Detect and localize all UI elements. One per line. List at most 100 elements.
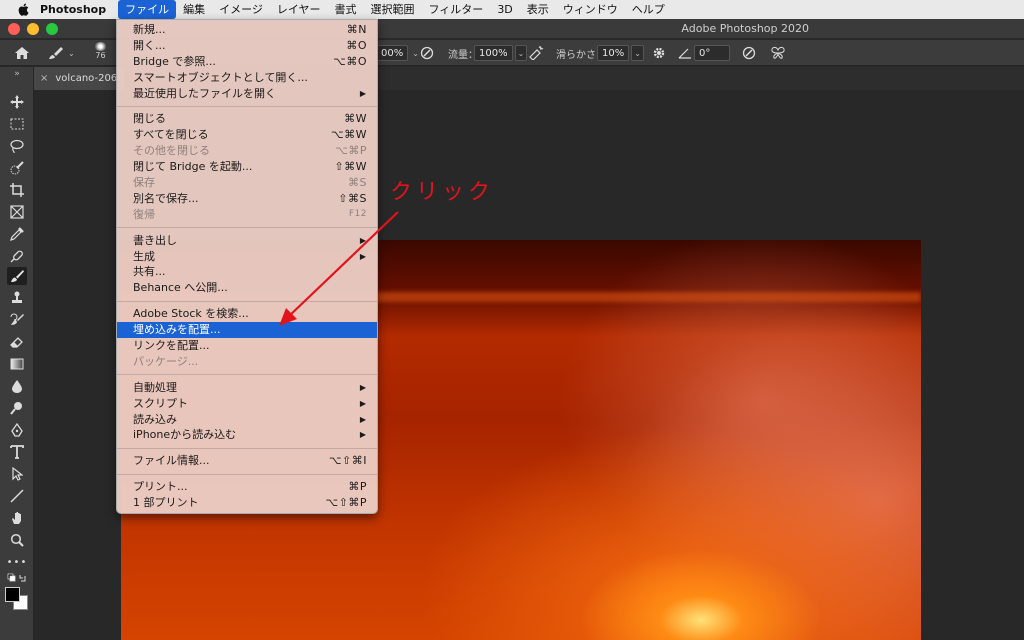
quick-selection-tool-icon[interactable] [7,159,27,177]
submenu-arrow-icon: ▶ [359,382,366,392]
macos-menubar: Photoshop ファイル 編集 イメージ レイヤー 書式 選択範囲 フィルタ… [0,0,1024,19]
menu-item-search-adobe-stock[interactable]: Adobe Stock を検索... [117,306,377,322]
pressure-opacity-icon[interactable] [420,44,434,62]
gradient-tool-icon[interactable] [7,355,27,373]
menu-item-print-one-copy[interactable]: 1 部プリント ⌥⇧⌘P [117,495,377,511]
menu-type[interactable]: 書式 [328,0,364,19]
line-tool-icon[interactable] [7,487,27,505]
history-brush-tool-icon[interactable] [7,311,27,329]
angle-group: 0° [694,44,730,62]
menu-layer[interactable]: レイヤー [270,0,328,19]
more-tools-icon[interactable]: ••• [7,553,27,571]
menu-3d[interactable]: 3D [490,0,519,19]
zoom-tool-icon[interactable] [7,531,27,549]
path-selection-tool-icon[interactable] [7,465,27,483]
smoothing-group: 10% ⌄ [597,44,644,62]
opacity-dropdown-icon[interactable]: ⌄ [412,49,419,58]
menu-edit[interactable]: 編集 [176,0,212,19]
menu-item-generate[interactable]: 生成 ▶ [117,249,377,265]
type-tool-icon[interactable] [7,443,27,461]
menu-item-new[interactable]: 新規... ⌘N [117,22,377,38]
foreground-color-swatch[interactable] [5,587,20,602]
menu-item-save-as[interactable]: 別名で保存... ⇧⌘S [117,191,377,207]
menu-item-revert: 復帰 F12 [133,207,367,221]
default-colors-icon[interactable] [7,572,27,584]
app-menu-photoshop[interactable]: Photoshop [40,3,106,16]
flow-field[interactable]: 100% [474,45,513,61]
menu-help[interactable]: ヘルプ [625,0,672,19]
brush-tool-icon[interactable] [7,267,27,285]
opacity-field[interactable]: 00% [376,45,409,61]
menu-item-file-info[interactable]: ファイル情報... ⌥⇧⌘I [117,453,377,469]
menu-separator [117,227,377,229]
minimize-window-button[interactable] [27,23,39,35]
healing-brush-tool-icon[interactable] [7,247,27,265]
flow-dropdown-icon[interactable]: ⌄ [514,45,528,61]
menu-item-save: 保存 ⌘S [133,176,367,190]
menu-item-open-recent[interactable]: 最近使用したファイルを開く ▶ [117,86,377,102]
zoom-window-button[interactable] [46,23,58,35]
expand-panel-icon[interactable]: » [7,69,27,79]
menu-item-print[interactable]: プリント... ⌘P [117,479,377,495]
smoothing-field[interactable]: 10% [597,45,630,61]
menu-window[interactable]: ウィンドウ [556,0,625,19]
menu-item-import-from-iphone[interactable]: iPhoneから読み込む ▶ [117,427,377,443]
menu-item-close[interactable]: 閉じる ⌘W [117,111,377,127]
menu-file[interactable]: ファイル [118,0,177,19]
pen-tool-icon[interactable] [7,421,27,439]
submenu-arrow-icon: ▶ [359,235,366,245]
brush-preset-icon[interactable]: ⌄ [48,44,75,62]
smoothing-dropdown-icon[interactable]: ⌄ [631,45,644,61]
eraser-tool-icon[interactable] [7,333,27,351]
symmetry-butterfly-icon[interactable] [770,44,786,62]
color-swatches[interactable] [5,586,28,612]
menu-select[interactable]: 選択範囲 [364,0,422,19]
menu-separator [117,447,377,449]
close-window-button[interactable] [8,23,20,35]
menu-item-open-as-smart-object[interactable]: スマートオブジェクトとして開く... [117,70,377,86]
menu-item-export[interactable]: 書き出し ▶ [117,233,377,249]
eyedropper-tool-icon[interactable] [7,225,27,243]
submenu-arrow-icon: ▶ [359,398,366,408]
home-icon[interactable] [14,44,30,62]
menu-item-scripts[interactable]: スクリプト ▶ [117,396,377,412]
menu-item-package: パッケージ... [133,354,199,368]
opacity-group: 00% ⌄ [376,44,419,62]
move-tool-icon[interactable] [7,93,27,111]
menu-image[interactable]: イメージ [212,0,270,19]
menu-filter[interactable]: フィルター [422,0,491,19]
menu-item-share[interactable]: 共有... [117,264,377,280]
lasso-tool-icon[interactable] [7,137,27,155]
menu-view[interactable]: 表示 [520,0,556,19]
airbrush-icon[interactable] [528,44,544,62]
blur-tool-icon[interactable] [7,377,27,395]
menu-item-share-on-behance[interactable]: Behance へ公開... [117,280,377,296]
menu-item-close-and-go-to-bridge[interactable]: 閉じて Bridge を起動... ⇧⌘W [117,159,377,175]
flow-group: 100% ⌄ [474,44,528,62]
pressure-size-icon[interactable] [742,44,756,62]
hand-tool-icon[interactable] [7,509,27,527]
apple-logo-icon[interactable] [14,0,32,19]
frame-tool-icon[interactable] [7,203,27,221]
toolbox: » ••• [0,67,34,640]
menu-separator [117,105,377,107]
close-tab-icon[interactable]: × [40,73,48,84]
document-tab[interactable]: × volcano-206 [34,67,124,90]
menu-item-open[interactable]: 開く... ⌘O [117,38,377,54]
brush-size-value: 76 [95,51,106,60]
menu-item-place-linked[interactable]: リンクを配置... [117,338,377,354]
brush-size-picker[interactable]: 76 [94,42,107,60]
submenu-arrow-icon: ▶ [359,430,366,440]
angle-field[interactable]: 0° [694,45,730,61]
crop-tool-icon[interactable] [7,181,27,199]
clone-stamp-tool-icon[interactable] [7,289,27,307]
dodge-tool-icon[interactable] [7,399,27,417]
marquee-tool-icon[interactable] [7,115,27,133]
menu-item-automate[interactable]: 自動処理 ▶ [117,380,377,396]
menu-item-browse-in-bridge[interactable]: Bridge で参照... ⌥⌘O [117,54,377,70]
menu-item-place-embedded[interactable]: 埋め込みを配置... [117,322,377,339]
menu-item-import[interactable]: 読み込み ▶ [117,412,377,428]
menu-item-close-all[interactable]: すべてを閉じる ⌥⌘W [117,127,377,143]
submenu-arrow-icon: ▶ [359,251,366,261]
gear-icon[interactable] [652,44,666,62]
